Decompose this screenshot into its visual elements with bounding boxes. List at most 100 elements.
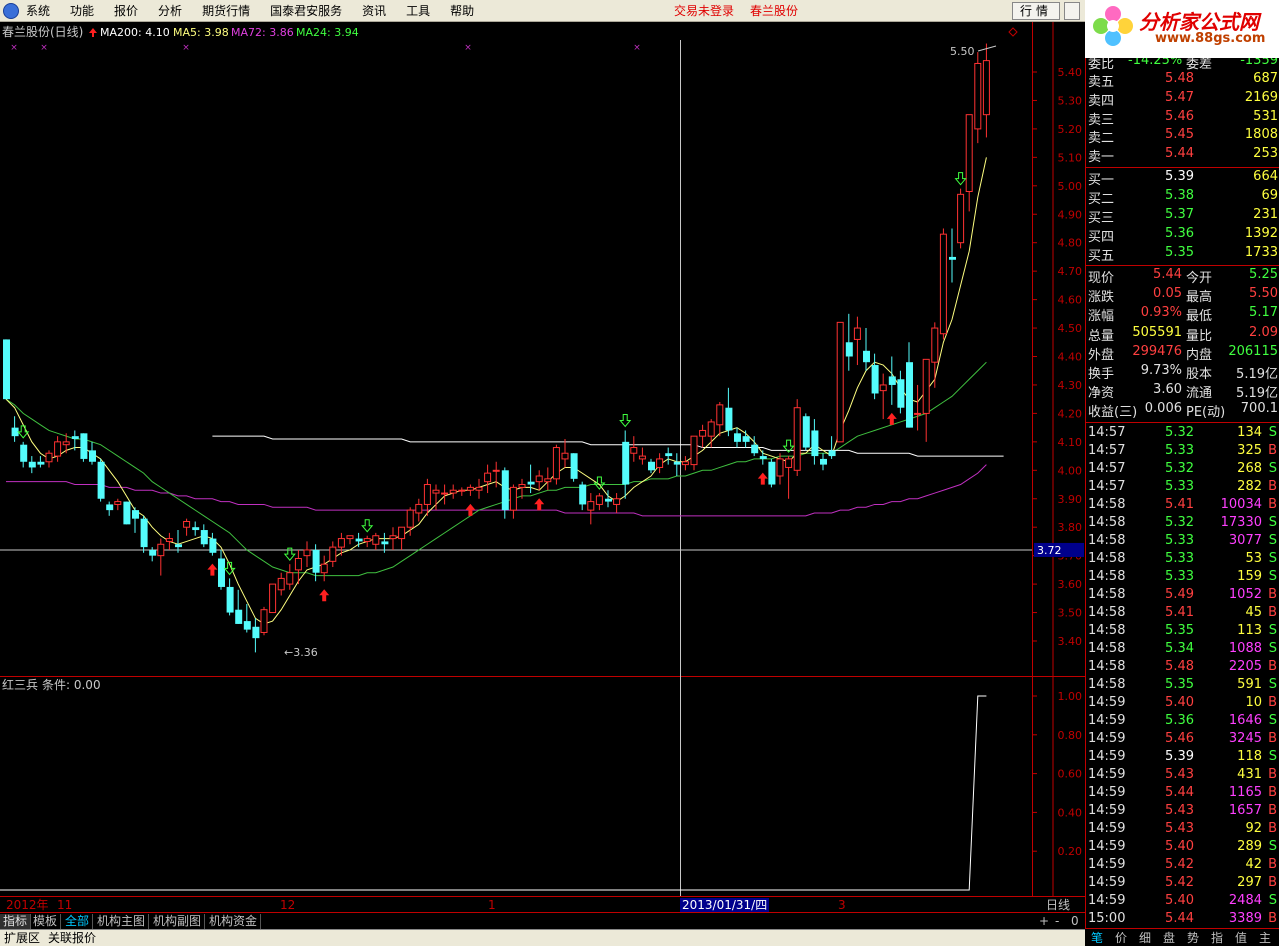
menu-items: 系统 功能 报价 分析 期货行情 国泰君安服务 资讯 工具 帮助 (26, 0, 494, 22)
menu-item-5[interactable]: 国泰君安服务 (270, 0, 342, 22)
expand-area-button[interactable]: 扩展区 (4, 931, 40, 946)
signal-marker: × (40, 43, 48, 53)
tick-row: 15:00 5.44 3389 B (1086, 910, 1279, 928)
tick-time: 14:58 (1088, 677, 1126, 692)
side-tab-1[interactable]: 价 (1115, 931, 1127, 945)
tick-side: S (1268, 425, 1277, 440)
tick-time: 14:59 (1088, 839, 1126, 854)
kline-chart[interactable]: 5.40 5.30 5.20 5.10 5.00 4.90 4.80 4.70 4.60 4.50… (0, 22, 1085, 896)
stat-value: 505591 (1132, 324, 1182, 340)
tick-time: 14:58 (1088, 641, 1126, 656)
cursor-price-label: 3.72 (1037, 544, 1062, 557)
stock-name-title: 春兰股份 (750, 4, 799, 18)
menu-item-3[interactable]: 分析 (158, 0, 182, 22)
side-tab-2[interactable]: 细 (1139, 931, 1151, 945)
y-tick-label: 4.00 (1058, 464, 1083, 477)
candle-body-down (734, 433, 741, 442)
stat-value-2: 5.25 (1249, 267, 1278, 282)
zoom-in-button[interactable]: + (1036, 914, 1052, 929)
y-tick-label: 3.90 (1058, 493, 1083, 506)
zoom-reset-button[interactable]: 0 (1068, 914, 1082, 929)
tick-time: 14:59 (1088, 713, 1126, 728)
chart-corner-icon (1008, 27, 1018, 37)
tab-indicator[interactable]: 指标 (0, 914, 32, 929)
candle-body-up (982, 60, 990, 116)
candle-body-down (123, 501, 131, 525)
tick-price: 5.32 (1165, 515, 1194, 530)
candle-body-down (3, 339, 10, 400)
candle-body-up (638, 455, 646, 460)
side-tab-0[interactable]: 笔 (1091, 931, 1103, 945)
tick-time: 14:59 (1088, 821, 1126, 836)
candle-body-down (759, 456, 767, 459)
chart-title: 春兰股份(日线) (2, 25, 83, 39)
tick-volume: 3389 (1228, 911, 1262, 926)
tick-volume: 42 (1245, 857, 1262, 872)
tab-inst-sub[interactable]: 机构副图 (150, 914, 206, 929)
tick-price: 5.35 (1165, 623, 1194, 638)
zoom-out-button[interactable]: - (1052, 914, 1062, 929)
candle-body-up (509, 486, 517, 511)
candle-body-down (888, 376, 896, 385)
toolbar-extra-button[interactable] (1064, 2, 1080, 20)
menu-item-2[interactable]: 报价 (114, 0, 138, 22)
candle-body-up (785, 458, 793, 468)
menu-item-4[interactable]: 期货行情 (202, 0, 250, 22)
tick-side: B (1268, 479, 1277, 494)
side-tab-6[interactable]: 值 (1235, 931, 1247, 945)
tick-price: 5.40 (1165, 839, 1194, 854)
quote-button[interactable]: 行情 (1012, 2, 1060, 20)
chart-area[interactable]: 5.40 5.30 5.20 5.10 5.00 4.90 4.80 4.70 4.60 4.50… (0, 22, 1085, 896)
high-price-label: 5.50 (950, 45, 975, 58)
candle-body-up (458, 489, 466, 492)
candle-body-up (974, 62, 982, 130)
side-tab-5[interactable]: 指 (1211, 931, 1223, 945)
candle-body-down (622, 441, 630, 485)
tab-template[interactable]: 模板 (30, 914, 62, 929)
side-tab-7[interactable]: 主 (1259, 931, 1271, 945)
tick-side: S (1268, 677, 1277, 692)
stat-label: 换手 (1088, 367, 1115, 382)
side-tab-4[interactable]: 势 (1187, 931, 1199, 945)
candle-body-down (742, 436, 750, 442)
stat-value-2: 700.1 (1240, 401, 1278, 417)
candle-body-down (501, 470, 509, 511)
stat-row: 外盘 299476 内盘 206115 (1086, 343, 1279, 363)
tab-all[interactable]: 全部 (62, 914, 94, 929)
stat-row: 涨幅 0.93% 最低 5.17 (1086, 304, 1279, 324)
candle-body-down (106, 504, 114, 511)
ask-price: 5.45 (1165, 127, 1194, 143)
stat-label: 涨跌 (1088, 290, 1115, 306)
side-tabs: 笔价细盘势指值主 (1085, 928, 1279, 946)
x-label-nov: 11 (57, 898, 73, 912)
bid-label: 买二 (1088, 192, 1115, 207)
tick-price: 5.40 (1165, 695, 1194, 710)
menu-item-1[interactable]: 功能 (70, 0, 94, 22)
ask-price: 5.47 (1165, 89, 1194, 105)
candle-body-down (665, 453, 673, 457)
side-tab-3[interactable]: 盘 (1163, 931, 1175, 945)
candle-body-up (922, 358, 930, 414)
tick-side: B (1268, 803, 1277, 818)
sell-arrow-icon (17, 425, 30, 439)
stat-label-2: 量比 (1186, 328, 1213, 344)
ma72-legend: MA72: 3.86 (231, 26, 294, 39)
tick-row: 14:58 5.48 2205 B (1086, 658, 1279, 676)
buy-arrow-icon (534, 498, 545, 511)
tab-inst-main[interactable]: 机构主图 (94, 914, 150, 929)
candle-body-down (579, 484, 587, 505)
divider (1086, 422, 1279, 423)
menu-item-7[interactable]: 工具 (406, 0, 430, 22)
bid-label: 买一 (1088, 173, 1115, 188)
menu-item-6[interactable]: 资讯 (362, 0, 386, 22)
ask-price: 5.44 (1165, 146, 1194, 162)
candle-body-down (243, 621, 251, 630)
bid-price: 5.38 (1165, 188, 1194, 203)
related-quote-button[interactable]: 关联报价 (48, 931, 96, 946)
period-label[interactable]: 日线 (1046, 898, 1070, 912)
menu-item-8[interactable]: 帮助 (450, 0, 474, 22)
y-tick-label: 4.80 (1058, 237, 1083, 250)
tab-inst-fund[interactable]: 机构资金 (206, 914, 262, 929)
menu-item-0[interactable]: 系统 (26, 0, 50, 22)
candle-body-up (484, 472, 492, 483)
